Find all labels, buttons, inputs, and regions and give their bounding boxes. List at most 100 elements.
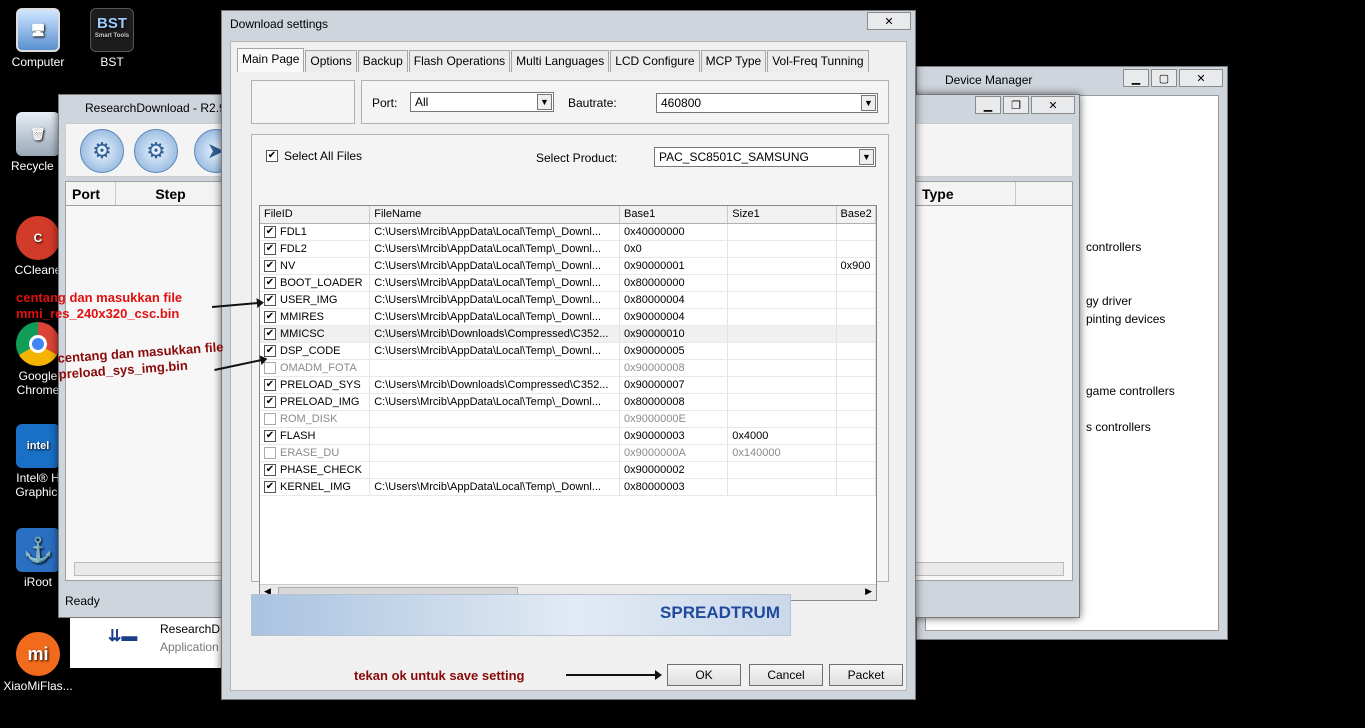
row-checkbox[interactable]: ✔ xyxy=(264,294,276,306)
filename-cell[interactable] xyxy=(370,360,621,376)
filename-cell[interactable]: C:\Users\Mrcib\Downloads\Compressed\C352… xyxy=(370,326,621,342)
column-header-type[interactable]: Type xyxy=(916,182,1016,205)
row-checkbox[interactable]: ✔ xyxy=(264,464,276,476)
filename-cell[interactable]: C:\Users\Mrcib\AppData\Local\Temp\_Downl… xyxy=(370,479,621,495)
device-category[interactable]: gy driver xyxy=(1086,294,1132,308)
filename-cell[interactable]: C:\Users\Mrcib\Downloads\Compressed\C352… xyxy=(370,377,621,393)
baudrate-select[interactable]: 460800 ▼ xyxy=(656,93,878,113)
ok-button[interactable]: OK xyxy=(667,664,741,686)
size1-cell: 0x140000 xyxy=(728,445,837,461)
row-checkbox[interactable]: ✔ xyxy=(264,311,276,323)
tab-vol-freq-tunning[interactable]: Vol-Freq Tunning xyxy=(767,50,869,72)
close-button[interactable]: ✕ xyxy=(1031,96,1075,114)
base2-cell xyxy=(837,360,876,376)
tab-strip: Main Page Options Backup Flash Operation… xyxy=(237,48,870,72)
row-checkbox[interactable]: ✔ xyxy=(264,396,276,408)
row-checkbox[interactable]: ✔ xyxy=(264,430,276,442)
column-header-base1[interactable]: Base1 xyxy=(620,206,729,223)
table-row[interactable]: ROM_DISK 0x9000000E xyxy=(260,411,876,428)
table-row[interactable]: ERASE_DU 0x9000000A 0x140000 xyxy=(260,445,876,462)
filename-cell[interactable]: C:\Users\Mrcib\AppData\Local\Temp\_Downl… xyxy=(370,224,621,240)
minimize-button[interactable]: ▁ xyxy=(975,96,1001,114)
table-row[interactable]: ✔ FDL2 C:\Users\Mrcib\AppData\Local\Temp\_… xyxy=(260,241,876,258)
column-header-port[interactable]: Port xyxy=(66,182,116,205)
row-checkbox[interactable]: ✔ xyxy=(264,226,276,238)
maximize-button[interactable]: ▢ xyxy=(1151,69,1177,87)
port-select[interactable]: All ▼ xyxy=(410,92,554,112)
column-header-filename[interactable]: FileName xyxy=(370,206,621,223)
table-row[interactable]: ✔ NV C:\Users\Mrcib\AppData\Local\Temp\_Do… xyxy=(260,258,876,275)
dialog-titlebar[interactable]: Download settings ✕ xyxy=(222,11,915,37)
row-checkbox[interactable]: ✔ xyxy=(264,481,276,493)
minimize-button[interactable]: ▁ xyxy=(1123,69,1149,87)
close-button[interactable]: ✕ xyxy=(1179,69,1223,87)
row-checkbox[interactable] xyxy=(264,413,276,425)
table-row[interactable]: ✔ FLASH 0x90000003 0x4000 xyxy=(260,428,876,445)
tab-main-page[interactable]: Main Page xyxy=(237,48,305,72)
base2-cell xyxy=(837,462,876,478)
column-header-fileid[interactable]: FileID xyxy=(260,206,371,223)
filename-cell[interactable]: C:\Users\Mrcib\AppData\Local\Temp\_Downl… xyxy=(370,275,621,291)
restore-button[interactable]: ❐ xyxy=(1003,96,1029,114)
table-row[interactable]: ✔ PRELOAD_IMG C:\Users\Mrcib\AppData\Local… xyxy=(260,394,876,411)
research-app-item[interactable]: ⇊▬ ResearchD Application xyxy=(70,618,226,668)
device-category[interactable]: controllers xyxy=(1086,240,1141,254)
select-all-checkbox[interactable]: ✔ Select All Files xyxy=(266,149,362,163)
filename-cell[interactable] xyxy=(370,428,621,444)
tab-flash-operations[interactable]: Flash Operations xyxy=(408,50,511,72)
tab-mcp-type[interactable]: MCP Type xyxy=(700,50,767,72)
fileid-text: PHASE_CHECK xyxy=(280,464,362,476)
table-row[interactable]: ✔ USER_IMG C:\Users\Mrcib\AppData\Local\Te… xyxy=(260,292,876,309)
column-header-size1[interactable]: Size1 xyxy=(728,206,837,223)
table-row[interactable]: ✔ MMIRES C:\Users\Mrcib\AppData\Local\Temp… xyxy=(260,309,876,326)
filename-cell[interactable]: C:\Users\Mrcib\AppData\Local\Temp\_Downl… xyxy=(370,241,621,257)
desktop-icon-xiaomiflash[interactable]: mi XiaoMiFlas... xyxy=(0,632,76,693)
product-select[interactable]: PAC_SC8501C_SAMSUNG ▼ xyxy=(654,147,876,167)
table-row[interactable]: OMADM_FOTA 0x90000008 xyxy=(260,360,876,377)
filename-cell[interactable] xyxy=(370,411,621,427)
close-button[interactable]: ✕ xyxy=(867,12,911,30)
row-checkbox[interactable]: ✔ xyxy=(264,260,276,272)
filename-cell[interactable]: C:\Users\Mrcib\AppData\Local\Temp\_Downl… xyxy=(370,309,621,325)
device-category[interactable]: s controllers xyxy=(1086,420,1151,434)
table-row[interactable]: ✔ PHASE_CHECK 0x90000002 xyxy=(260,462,876,479)
row-checkbox[interactable]: ✔ xyxy=(264,277,276,289)
filename-cell[interactable]: C:\Users\Mrcib\AppData\Local\Temp\_Downl… xyxy=(370,292,621,308)
gear-icon[interactable]: ⚙ xyxy=(80,129,124,173)
tab-lcd-configure[interactable]: LCD Configure xyxy=(610,50,700,72)
table-row[interactable]: ✔ DSP_CODE C:\Users\Mrcib\AppData\Local\Te… xyxy=(260,343,876,360)
filename-cell[interactable] xyxy=(370,462,621,478)
row-checkbox[interactable]: ✔ xyxy=(264,328,276,340)
table-row[interactable]: ✔ MMICSC C:\Users\Mrcib\Downloads\Compress… xyxy=(260,326,876,343)
filename-cell[interactable] xyxy=(370,445,621,461)
size1-cell xyxy=(728,224,837,240)
size1-cell xyxy=(728,275,837,291)
table-row[interactable]: ✔ FDL1 C:\Users\Mrcib\AppData\Local\Temp\_… xyxy=(260,224,876,241)
device-manager-titlebar[interactable]: Device Manager ▁ ▢ ✕ xyxy=(917,67,1227,93)
row-checkbox[interactable] xyxy=(264,447,276,459)
desktop-icon-computer[interactable]: 🖥 Computer xyxy=(0,8,76,69)
table-row[interactable]: ✔ PRELOAD_SYS C:\Users\Mrcib\Downloads\Com… xyxy=(260,377,876,394)
recycle-bin-icon: 🗑 xyxy=(16,112,60,156)
device-category[interactable]: game controllers xyxy=(1086,384,1175,398)
row-checkbox[interactable]: ✔ xyxy=(264,379,276,391)
tab-multi-languages[interactable]: Multi Languages xyxy=(511,50,610,72)
desktop-icon-label: BST xyxy=(100,55,124,69)
filename-cell[interactable]: C:\Users\Mrcib\AppData\Local\Temp\_Downl… xyxy=(370,394,621,410)
packet-button[interactable]: Packet xyxy=(829,664,903,686)
tab-backup[interactable]: Backup xyxy=(357,50,408,72)
column-header-step[interactable]: Step xyxy=(116,182,226,205)
scroll-right-icon[interactable]: ▶ xyxy=(865,586,872,597)
filename-cell[interactable]: C:\Users\Mrcib\AppData\Local\Temp\_Downl… xyxy=(370,258,621,274)
row-checkbox[interactable]: ✔ xyxy=(264,243,276,255)
cancel-button[interactable]: Cancel xyxy=(749,664,823,686)
gears-icon[interactable]: ⚙ xyxy=(134,129,178,173)
tab-options[interactable]: Options xyxy=(305,50,357,72)
desktop-icon-bst[interactable]: BST Smart Tools BST xyxy=(74,8,150,69)
column-header-base2[interactable]: Base2 xyxy=(837,206,876,223)
table-row[interactable]: ✔ KERNEL_IMG C:\Users\Mrcib\AppData\Local\… xyxy=(260,479,876,496)
filename-cell[interactable]: C:\Users\Mrcib\AppData\Local\Temp\_Downl… xyxy=(370,343,621,359)
device-category[interactable]: pinting devices xyxy=(1086,312,1165,326)
download-settings-dialog[interactable]: Download settings ✕ Main Page Options Ba… xyxy=(221,10,916,700)
table-row[interactable]: ✔ BOOT_LOADER C:\Users\Mrcib\AppData\Local… xyxy=(260,275,876,292)
